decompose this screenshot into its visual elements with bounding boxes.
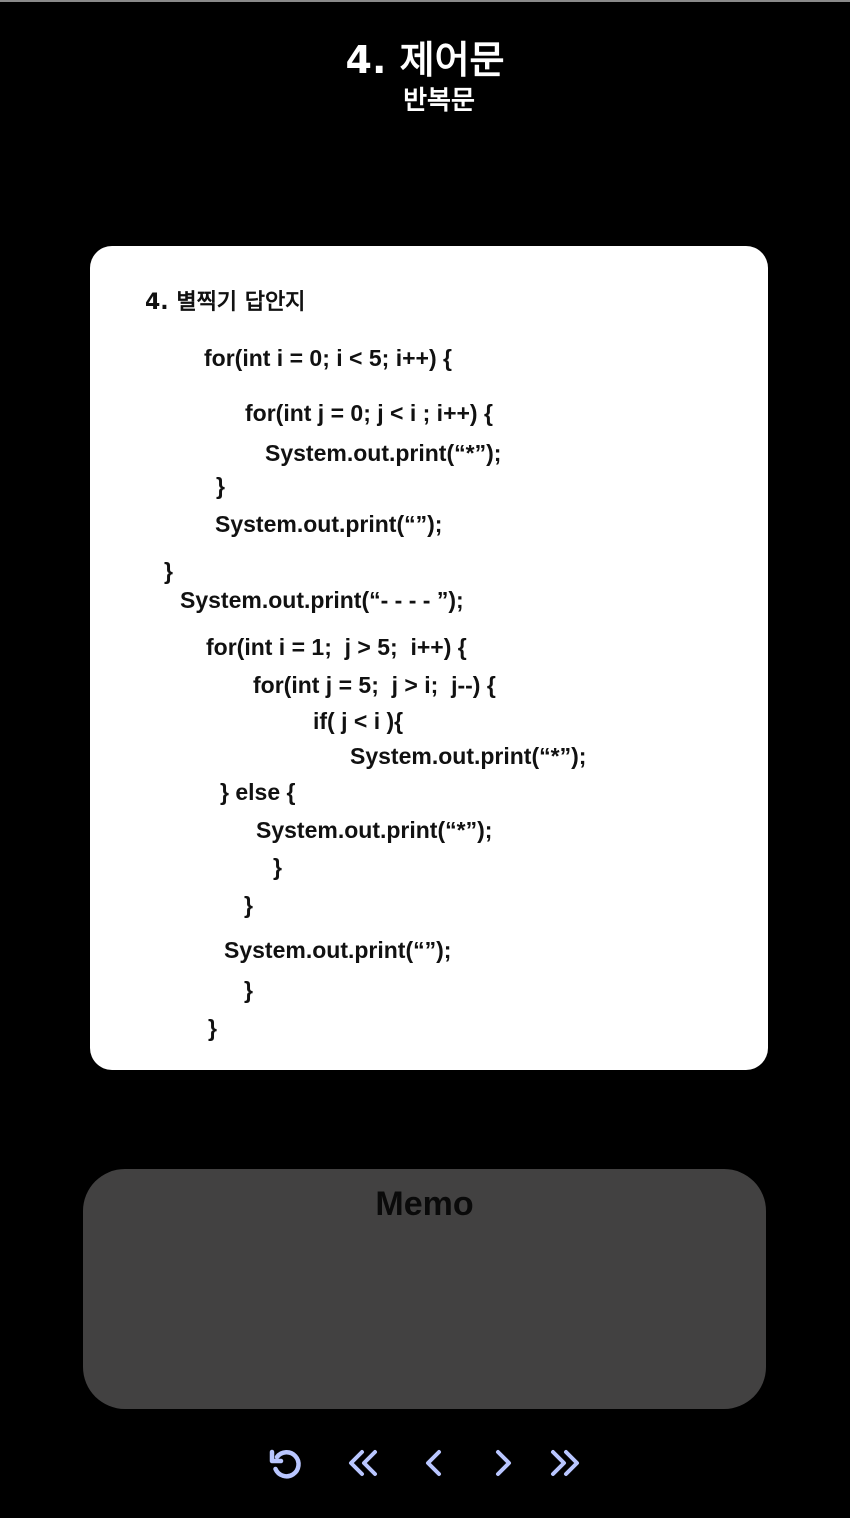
- code-line: for(int j = 0; j < i ; i++) {: [245, 400, 493, 426]
- code-line: System.out.print(“*”);: [256, 817, 493, 843]
- chevron-left-icon: [426, 1450, 441, 1476]
- refresh-icon: [269, 1449, 301, 1479]
- code-line: for(int j = 5; j > i; j--) {: [253, 672, 496, 698]
- memo-panel[interactable]: Memo: [83, 1169, 766, 1409]
- top-divider: [0, 0, 850, 2]
- last-page-button[interactable]: [540, 1440, 588, 1488]
- code-line: }: [216, 473, 225, 499]
- code-line: }: [164, 558, 173, 584]
- navigation-bar: [0, 1440, 850, 1488]
- answer-card: 4. 별찍기 답안지 for(int i = 0; i < 5; i++) { …: [90, 246, 768, 1070]
- previous-page-button[interactable]: [410, 1440, 458, 1488]
- page-title: 4. 제어문: [345, 38, 505, 82]
- next-page-button[interactable]: [479, 1440, 527, 1488]
- code-line: System.out.print(“- - - - ”);: [180, 587, 464, 613]
- code-line: }: [244, 892, 253, 918]
- code-line: System.out.print(“*”);: [265, 440, 502, 466]
- code-line: }: [273, 854, 282, 880]
- card-title: 4. 별찍기 답안지: [145, 290, 306, 315]
- first-page-button[interactable]: [340, 1440, 388, 1488]
- code-line: } else {: [220, 779, 296, 805]
- memo-title: Memo: [375, 1185, 474, 1223]
- double-chevron-right-icon: [551, 1450, 579, 1476]
- code-line: }: [244, 977, 253, 1003]
- chevron-right-icon: [496, 1450, 511, 1476]
- code-line: for(int i = 1; j > 5; i++) {: [206, 634, 467, 660]
- page-subtitle: 반복문: [403, 86, 475, 116]
- code-line: System.out.print(“”);: [215, 511, 443, 537]
- double-chevron-left-icon: [349, 1450, 377, 1476]
- refresh-button[interactable]: [263, 1440, 311, 1488]
- code-line: if( j < i ){: [313, 708, 404, 734]
- page-header: 4. 제어문 반복문: [0, 34, 850, 116]
- code-line: System.out.print(“*”);: [350, 743, 587, 769]
- code-line: System.out.print(“”);: [224, 937, 452, 963]
- code-line: for(int i = 0; i < 5; i++) {: [204, 345, 452, 371]
- code-line: }: [208, 1015, 217, 1041]
